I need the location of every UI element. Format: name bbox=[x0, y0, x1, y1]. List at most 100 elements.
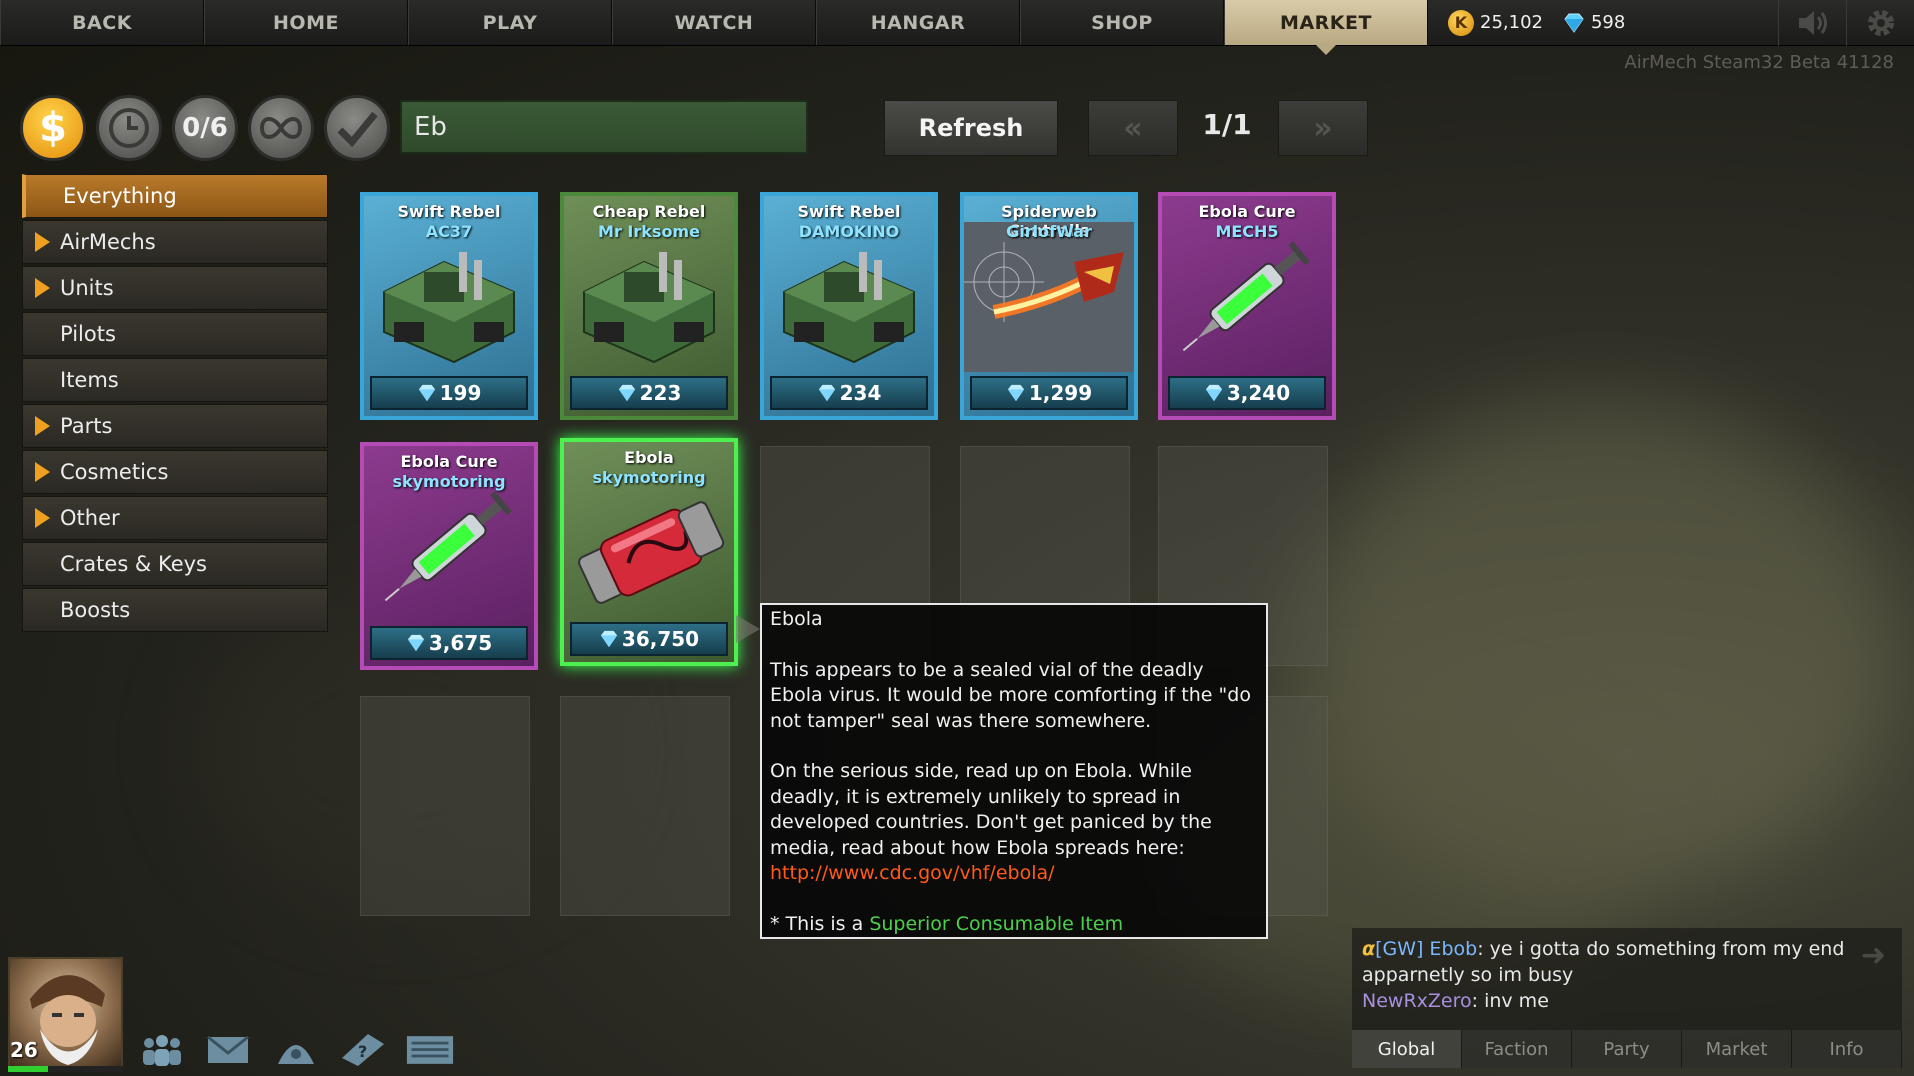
sidebar-item-cosmetics[interactable]: Cosmetics bbox=[22, 450, 328, 494]
sidebar-item-label: Parts bbox=[60, 414, 113, 438]
diamond-icon bbox=[418, 384, 435, 402]
sidebar-item-crates-keys[interactable]: Crates & Keys bbox=[22, 542, 328, 586]
slot-count-button[interactable]: 0/6 bbox=[172, 95, 238, 161]
listing-title: Ebola bbox=[624, 448, 674, 467]
listing-price[interactable]: 234 bbox=[770, 376, 928, 410]
diamond-balance: 598 bbox=[1563, 0, 1625, 45]
news-button[interactable] bbox=[272, 1030, 320, 1070]
checkmark-icon bbox=[337, 111, 378, 148]
listing-price[interactable]: 3,240 bbox=[1168, 376, 1326, 410]
nav-play[interactable]: PLAY bbox=[408, 0, 612, 45]
listing-seller: Mr Irksome bbox=[598, 222, 700, 241]
trade-filter-button[interactable] bbox=[248, 95, 314, 161]
listing-price[interactable]: 3,675 bbox=[370, 626, 528, 660]
listing-card[interactable]: Ebola Cure MECH5 3,240 bbox=[1158, 192, 1336, 420]
list-icon bbox=[406, 1036, 454, 1064]
diamond-icon bbox=[407, 634, 424, 652]
listing-price[interactable]: 1,299 bbox=[970, 376, 1128, 410]
listing-card[interactable]: Spiderweb Contrails GirlofWar 1,299 bbox=[960, 192, 1138, 420]
listing-title: Cheap Rebel bbox=[592, 202, 706, 221]
double-left-arrow-icon: « bbox=[1123, 110, 1143, 146]
listing-title: Ebola Cure bbox=[1198, 202, 1296, 221]
sidebar-item-label: Crates & Keys bbox=[60, 552, 207, 576]
listing-price-value: 199 bbox=[439, 381, 482, 405]
listing-price[interactable]: 223 bbox=[570, 376, 728, 410]
listing-seller: skymotoring bbox=[392, 472, 506, 491]
tooltip-link[interactable]: http://www.cdc.gov/vhf/ebola/ bbox=[770, 862, 1055, 884]
sidebar-item-parts[interactable]: Parts bbox=[22, 404, 328, 448]
tooltip-title: Ebola bbox=[770, 608, 823, 630]
search-input[interactable] bbox=[400, 100, 808, 154]
expand-arrow-icon bbox=[35, 508, 50, 528]
item-class-label: Superior Consumable Item bbox=[869, 912, 1124, 935]
kudos-amount: 25,102 bbox=[1480, 12, 1543, 33]
nav-shop[interactable]: SHOP bbox=[1020, 0, 1224, 45]
sound-button[interactable] bbox=[1778, 0, 1846, 46]
sidebar-item-items[interactable]: Items bbox=[22, 358, 328, 402]
settings-button[interactable] bbox=[1846, 0, 1914, 46]
chat-arrow-icon[interactable]: ➜ bbox=[1861, 938, 1886, 973]
help-icon: ? bbox=[342, 1034, 384, 1066]
listing-card[interactable]: Cheap Rebel Mr Irksome 223 bbox=[560, 192, 738, 420]
chat-author[interactable]: [GW] Ebob bbox=[1375, 938, 1477, 960]
xp-bar bbox=[8, 1066, 123, 1072]
expand-arrow-icon bbox=[35, 278, 50, 298]
listing-seller: GirlofWar bbox=[1006, 222, 1092, 241]
broadcast-icon bbox=[278, 1045, 314, 1064]
category-sidebar: Everything AirMechs Units Pilots Items P… bbox=[22, 174, 328, 634]
chat-tab-party[interactable]: Party bbox=[1572, 1030, 1682, 1068]
listing-title: Ebola Cure bbox=[400, 452, 498, 471]
sidebar-item-units[interactable]: Units bbox=[22, 266, 328, 310]
sidebar-item-everything[interactable]: Everything bbox=[22, 174, 328, 218]
friends-button[interactable] bbox=[138, 1030, 186, 1070]
nav-back[interactable]: BACK bbox=[0, 0, 204, 45]
diamond-icon bbox=[1205, 384, 1222, 402]
confirm-filter-button[interactable] bbox=[324, 95, 390, 161]
diamond-icon bbox=[1564, 13, 1584, 33]
listing-price-value: 223 bbox=[639, 381, 682, 405]
refresh-button[interactable]: Refresh bbox=[884, 100, 1058, 156]
gear-icon bbox=[1867, 10, 1894, 36]
player-level: 26 bbox=[10, 1038, 38, 1062]
nav-watch[interactable]: WATCH bbox=[612, 0, 816, 45]
next-page-button[interactable]: » bbox=[1278, 100, 1368, 156]
mail-button[interactable] bbox=[204, 1030, 252, 1070]
sidebar-item-label: AirMechs bbox=[60, 230, 156, 254]
log-button[interactable] bbox=[406, 1030, 454, 1070]
nav-hangar[interactable]: HANGAR bbox=[816, 0, 1020, 45]
chat-messages: α[GW] Ebob: ye i gotta do something from… bbox=[1362, 936, 1882, 1014]
sidebar-item-boosts[interactable]: Boosts bbox=[22, 588, 328, 632]
speaker-icon bbox=[1798, 11, 1827, 35]
diamond-icon bbox=[618, 384, 635, 402]
listing-seller: DAMOKINO bbox=[798, 222, 900, 241]
chat-tab-info[interactable]: Info bbox=[1792, 1030, 1902, 1068]
chat-tab-global[interactable]: Global bbox=[1352, 1030, 1462, 1068]
sidebar-item-airmechs[interactable]: AirMechs bbox=[22, 220, 328, 264]
nav-market[interactable]: MARKET bbox=[1224, 0, 1428, 55]
time-filter-button[interactable] bbox=[96, 95, 162, 161]
chat-author[interactable]: NewRxZero bbox=[1362, 990, 1472, 1012]
help-button[interactable]: ? bbox=[338, 1030, 386, 1070]
listing-card[interactable]: Ebola skymotoring 36,750 bbox=[560, 438, 738, 666]
chat-message: α[GW] Ebob: ye i gotta do something from… bbox=[1362, 938, 1845, 986]
diamond-amount: 598 bbox=[1590, 12, 1626, 33]
chat-tab-faction[interactable]: Faction bbox=[1462, 1030, 1572, 1068]
nav-home[interactable]: HOME bbox=[204, 0, 408, 45]
sidebar-item-other[interactable]: Other bbox=[22, 496, 328, 540]
listing-price[interactable]: 199 bbox=[370, 376, 528, 410]
prev-page-button[interactable]: « bbox=[1088, 100, 1178, 156]
listing-card[interactable]: Swift Rebel AC37 199 bbox=[360, 192, 538, 420]
listing-card[interactable]: Swift Rebel DAMOKINO 234 bbox=[760, 192, 938, 420]
chat-panel: α[GW] Ebob: ye i gotta do something from… bbox=[1352, 928, 1902, 1068]
item-artwork bbox=[578, 501, 725, 604]
expand-arrow-icon bbox=[35, 462, 50, 482]
listing-price-value: 3,675 bbox=[428, 631, 493, 655]
version-label: AirMech Steam32 Beta 41128 bbox=[1624, 52, 1894, 73]
chat-tab-market[interactable]: Market bbox=[1682, 1030, 1792, 1068]
item-artwork bbox=[964, 222, 1134, 372]
price-filter-button[interactable]: $ bbox=[20, 95, 86, 161]
sidebar-item-pilots[interactable]: Pilots bbox=[22, 312, 328, 356]
listing-price[interactable]: 36,750 bbox=[570, 622, 728, 656]
listing-card[interactable]: Ebola Cure skymotoring 3,675 bbox=[360, 442, 538, 670]
infinity-icon bbox=[259, 117, 303, 139]
